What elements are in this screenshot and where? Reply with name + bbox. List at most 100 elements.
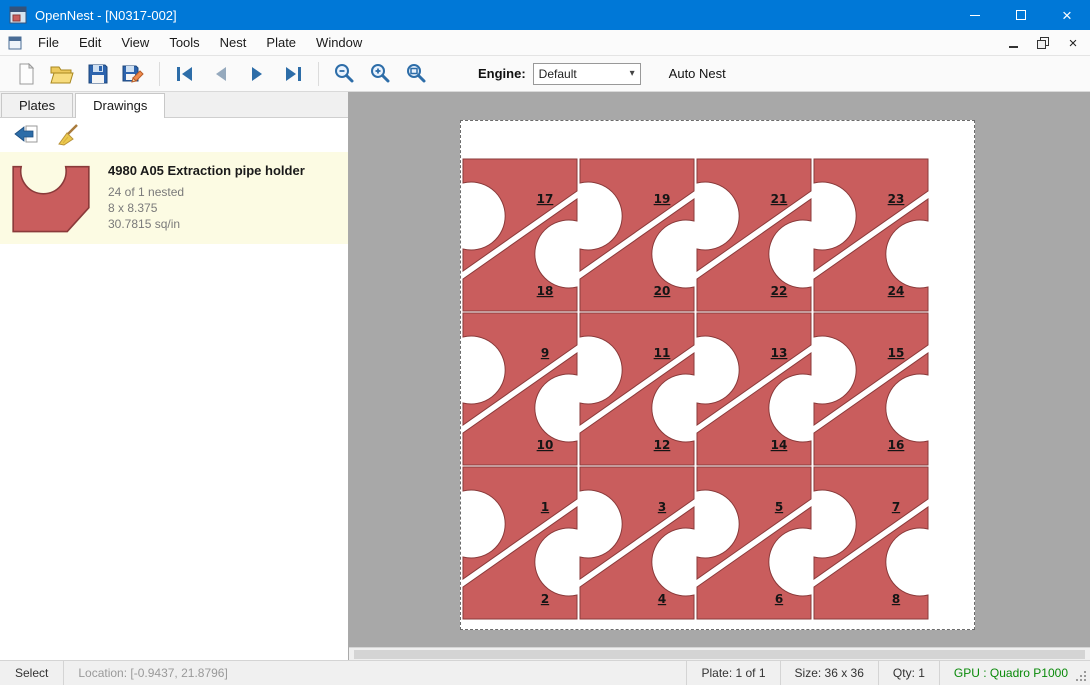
menu-item-window[interactable]: Window	[306, 31, 372, 54]
part-number-label: 21	[771, 192, 788, 206]
zoom-out-icon	[332, 62, 356, 86]
engine-label: Engine:	[478, 66, 526, 81]
gpu-indicator: GPU : Quadro P1000	[939, 661, 1090, 685]
zoom-in-button[interactable]	[362, 59, 398, 89]
maximize-button[interactable]	[998, 0, 1044, 30]
broom-icon	[56, 123, 80, 147]
mdi-close-icon: ×	[1069, 36, 1078, 51]
chevron-down-icon: ▾	[630, 68, 635, 79]
mdi-close-button[interactable]: ×	[1066, 36, 1080, 50]
part-number-label: 1	[541, 500, 549, 514]
mdi-restore-button[interactable]	[1036, 36, 1050, 50]
part-number-label: 9	[541, 346, 549, 360]
sidebar-tabs: Plates Drawings	[0, 92, 348, 118]
save-icon	[87, 63, 109, 85]
maximize-icon	[1016, 10, 1026, 20]
part-pair: 1112	[580, 313, 694, 465]
location-indicator: Location: [-0.9437, 21.8796]	[64, 661, 241, 685]
tab-drawings[interactable]: Drawings	[75, 93, 165, 118]
first-plate-icon	[174, 63, 196, 85]
plate-svg[interactable]: 171819202122232491011121314151612345678	[461, 121, 974, 629]
menu-item-view[interactable]: View	[111, 31, 159, 54]
part-number-label: 24	[888, 284, 905, 298]
toolbar-separator	[318, 62, 319, 86]
clean-button[interactable]	[52, 121, 84, 149]
drawing-nested-count: 24 of 1 nested	[108, 184, 305, 200]
save-button[interactable]	[80, 59, 116, 89]
part-pair: 1516	[814, 313, 928, 465]
first-plate-button[interactable]	[167, 59, 203, 89]
new-button[interactable]	[8, 59, 44, 89]
save-as-button[interactable]	[116, 59, 152, 89]
part-pair: 23 24	[814, 159, 928, 311]
last-plate-icon	[282, 63, 304, 85]
part-thumbnail	[8, 158, 94, 238]
menu-item-nest[interactable]: Nest	[210, 31, 257, 54]
qty-indicator: Qty: 1	[878, 661, 939, 685]
mdi-minimize-button[interactable]	[1006, 36, 1020, 50]
zoom-in-icon	[368, 62, 392, 86]
mode-indicator: Select	[0, 661, 64, 685]
engine-select[interactable]: Default ▾	[533, 63, 641, 85]
part-pair: 56	[697, 467, 811, 619]
minimize-button[interactable]	[952, 0, 998, 30]
menu-item-edit[interactable]: Edit	[69, 31, 111, 54]
zoom-fit-icon	[404, 62, 428, 86]
part-number-label: 19	[654, 192, 671, 206]
part-number-label: 12	[654, 438, 671, 452]
open-button[interactable]	[44, 59, 80, 89]
drawing-list-item[interactable]: 4980 A05 Extraction pipe holder 24 of 1 …	[0, 152, 348, 244]
nest-canvas[interactable]: 171819202122232491011121314151612345678	[349, 92, 1090, 660]
last-plate-button[interactable]	[275, 59, 311, 89]
sidebar: Plates Drawings	[0, 92, 349, 660]
part-number-label: 5	[775, 500, 783, 514]
drawing-area: 30.7815 sq/in	[108, 216, 305, 232]
tab-plates[interactable]: Plates	[1, 93, 73, 117]
plate-indicator: Plate: 1 of 1	[686, 661, 779, 685]
flip-button[interactable]	[10, 121, 42, 149]
engine-selected-value: Default	[539, 67, 577, 81]
part-number-label: 17	[537, 192, 554, 206]
previous-plate-icon	[210, 63, 232, 85]
part-pair: 1314	[697, 313, 811, 465]
mdi-child-icon[interactable]	[8, 36, 22, 50]
drawing-size: 8 x 8.375	[108, 200, 305, 216]
title-bar: OpenNest - [N0317-002] ×	[0, 0, 1090, 30]
save-edit-icon	[122, 63, 146, 85]
toolbar-separator	[159, 62, 160, 86]
menu-bar: File Edit View Tools Nest Plate Window ×	[0, 30, 1090, 56]
plate[interactable]: 171819202122232491011121314151612345678	[460, 120, 975, 630]
minimize-icon	[970, 15, 980, 16]
close-icon: ×	[1062, 7, 1072, 24]
app-icon	[9, 6, 27, 24]
part-number-label: 23	[888, 192, 905, 206]
zoom-fit-button[interactable]	[398, 59, 434, 89]
close-button[interactable]: ×	[1044, 0, 1090, 30]
menu-item-file[interactable]: File	[28, 31, 69, 54]
zoom-out-button[interactable]	[326, 59, 362, 89]
previous-plate-button[interactable]	[203, 59, 239, 89]
part-number-label: 6	[775, 592, 783, 606]
part-pair: 1920	[580, 159, 694, 311]
next-plate-icon	[246, 63, 268, 85]
menu-item-tools[interactable]: Tools	[159, 31, 209, 54]
part-number-label: 3	[658, 500, 666, 514]
next-plate-button[interactable]	[239, 59, 275, 89]
open-folder-icon	[50, 63, 74, 85]
part-pair: 910	[463, 313, 577, 465]
part-pair: 34	[580, 467, 694, 619]
auto-nest-button[interactable]: Auto Nest	[669, 66, 726, 81]
new-document-icon	[15, 63, 37, 85]
menu-item-plate[interactable]: Plate	[256, 31, 306, 54]
part-pair: 12	[463, 467, 577, 619]
drawing-item-text: 4980 A05 Extraction pipe holder 24 of 1 …	[108, 158, 305, 238]
part-number-label: 4	[658, 592, 666, 606]
scrollbar-thumb[interactable]	[354, 650, 1085, 659]
horizontal-scrollbar[interactable]	[349, 647, 1090, 660]
part-number-label: 7	[892, 500, 900, 514]
part-number-label: 2	[541, 592, 549, 606]
window-controls: ×	[952, 0, 1090, 30]
part-pair: 78	[814, 467, 928, 619]
main-toolbar: Engine: Default ▾ Auto Nest	[0, 56, 1090, 92]
resize-grip[interactable]	[1075, 670, 1088, 683]
